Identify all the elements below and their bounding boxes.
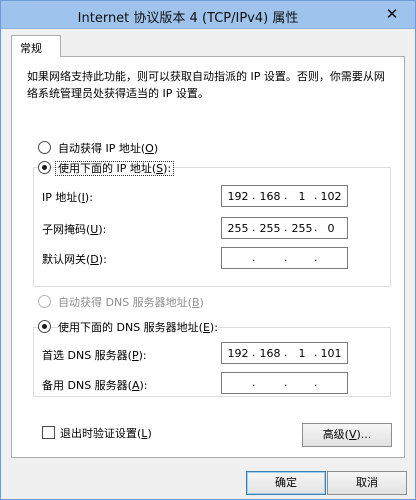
alternate-dns-label: 备用 DNS 服务器(A): (42, 379, 148, 392)
default-gateway-label: 默认网关(D): (42, 253, 107, 266)
auto-ip-radio[interactable] (38, 141, 51, 154)
preferred-dns-input[interactable]: 192. 168. 1. 101 (221, 342, 348, 364)
close-icon: ✕ (385, 5, 399, 23)
subnet-mask-label: 子网掩码(U): (42, 223, 107, 236)
ok-button[interactable]: 确定 (246, 471, 326, 495)
window-title: Internet 协议版本 4 (TCP/IPv4) 属性 (77, 11, 299, 26)
cancel-button[interactable]: 取消 (327, 471, 407, 495)
general-tab-panel: 如果网络支持此功能，则可以获取自动指派的 IP 设置。否则，你需要从网络系统管理… (11, 56, 405, 458)
manual-dns-label[interactable]: 使用下面的 DNS 服务器地址(E): (58, 319, 218, 335)
ip-address-label: IP 地址(I): (42, 191, 93, 204)
preferred-dns-label: 首选 DNS 服务器(P): (42, 349, 147, 362)
auto-dns-radio[interactable] (38, 295, 51, 308)
ip-address-input[interactable]: 192. 168. 1. 102 (221, 185, 348, 207)
validate-on-exit-label[interactable]: 退出时验证设置(L) (60, 425, 152, 441)
manual-ip-label[interactable]: 使用下面的 IP 地址(S): (55, 160, 175, 176)
description-text: 如果网络支持此功能，则可以获取自动指派的 IP 设置。否则，你需要从网络系统管理… (27, 70, 385, 100)
subnet-mask-input[interactable]: 255. 255. 255. 0 (221, 217, 348, 239)
auto-dns-label[interactable]: 自动获得 DNS 服务器地址(B) (58, 294, 204, 310)
auto-ip-label[interactable]: 自动获得 IP 地址(O) (58, 140, 158, 156)
manual-ip-radio[interactable] (38, 161, 51, 174)
manual-dns-radio[interactable] (38, 320, 51, 333)
tab-general-label: 常规 (20, 42, 42, 55)
close-button[interactable]: ✕ (377, 4, 407, 24)
tab-general[interactable]: 常规 (11, 35, 61, 57)
tcpip-properties-dialog: Internet 协议版本 4 (TCP/IPv4) 属性 ✕ 常规 如果网络支… (0, 0, 416, 500)
alternate-dns-input[interactable]: . . . (221, 372, 348, 394)
default-gateway-input[interactable]: . . . (221, 247, 348, 269)
title-bar[interactable]: Internet 协议版本 4 (TCP/IPv4) 属性 ✕ (1, 1, 415, 29)
advanced-button[interactable]: 高级(V)... (302, 423, 392, 447)
validate-on-exit-checkbox[interactable] (42, 426, 55, 439)
